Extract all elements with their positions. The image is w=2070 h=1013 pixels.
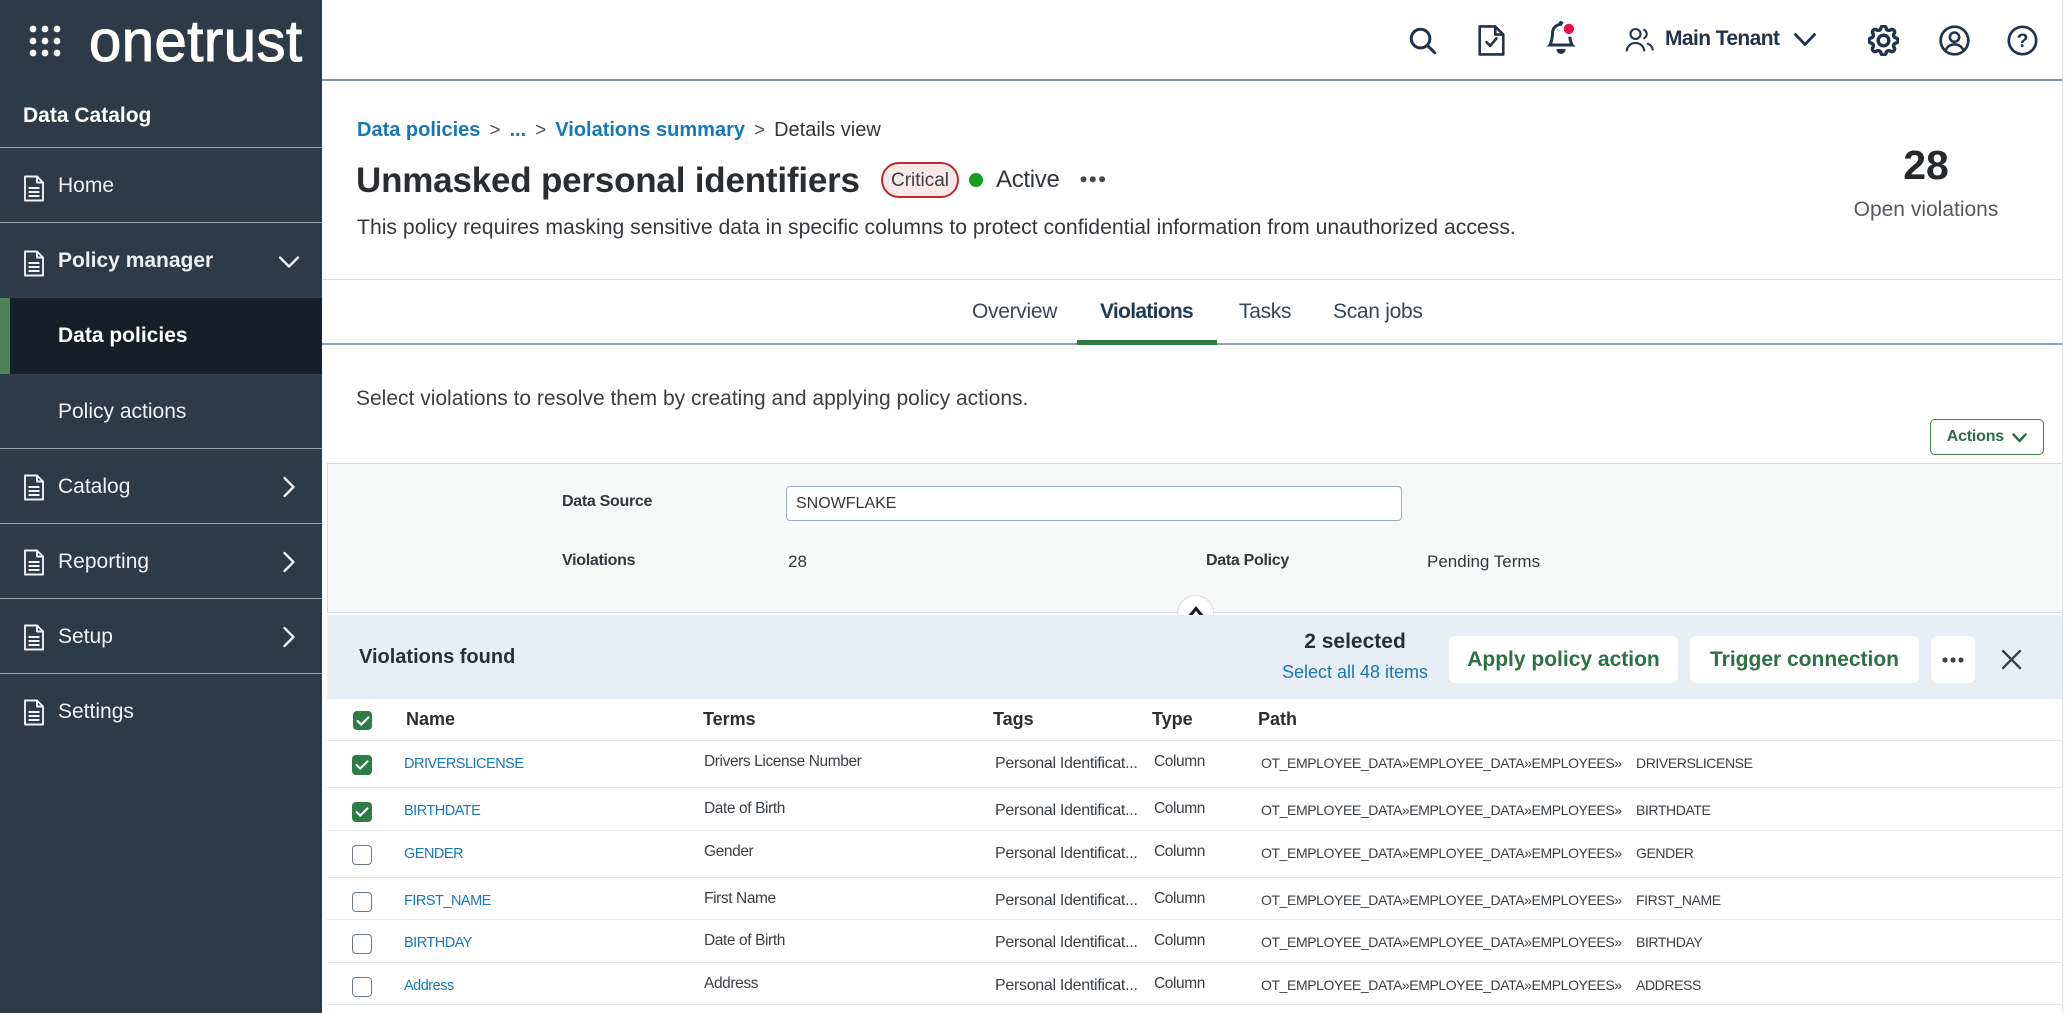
svg-text:?: ? (2017, 30, 2029, 52)
